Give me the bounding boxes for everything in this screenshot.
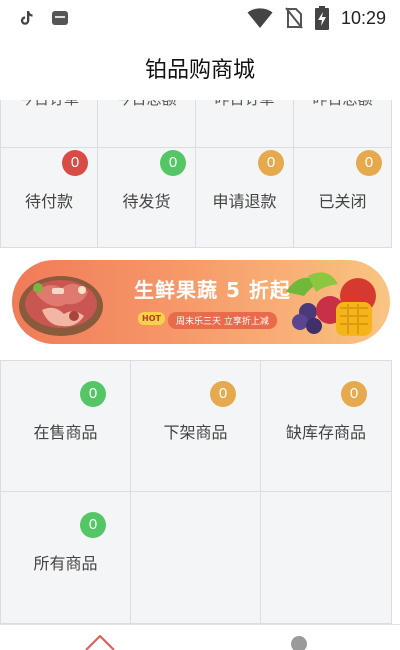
page-title: 铂品购商城 [144,58,255,83]
goods-label: 缺库存商品 [285,423,366,442]
summary-cell-yesterday-orders[interactable]: 昨日订单 [196,100,294,148]
status-label: 申请退款 [212,192,277,211]
summary-label: 昨日订单 [196,100,293,109]
home-icon[interactable] [84,633,116,650]
order-status-refund-request[interactable]: 0 申请退款 [196,148,294,248]
battery-charging-icon [314,6,329,30]
count-badge: 0 [62,150,88,176]
profile-icon[interactable] [291,636,307,650]
count-badge: 0 [258,150,284,176]
goods-on-sale[interactable]: 0 在售商品 [0,360,131,492]
summary-label: 昨日总额 [294,100,391,109]
count-badge: 0 [356,150,382,176]
banner-title: 生鲜果蔬 5 折起 [134,278,291,302]
hot-badge: HOT [138,312,165,325]
goods-all[interactable]: 0 所有商品 [0,492,131,624]
no-sim-icon [285,7,303,29]
count-badge: 0 [80,381,106,407]
status-bar: 10:29 [0,0,400,36]
summary-grid: 今日订单 今日总额 昨日订单 昨日总额 [0,100,392,148]
order-status-pending-payment[interactable]: 0 待付款 [0,148,98,248]
order-status-pending-shipment[interactable]: 0 待发货 [98,148,196,248]
count-badge: 0 [341,381,367,407]
goods-label: 在售商品 [33,423,98,442]
goods-grid: 0 在售商品 0 下架商品 0 缺库存商品 0 所有商品 [0,360,392,624]
summary-label: 今日总额 [98,100,195,109]
goods-out-of-stock[interactable]: 0 缺库存商品 [261,360,392,492]
goods-label: 所有商品 [33,554,98,573]
count-badge: 0 [80,512,106,538]
app-notification-icon [52,11,68,25]
order-status-closed[interactable]: 0 已关闭 [294,148,392,248]
promo-banner[interactable]: 生鲜果蔬 5 折起 HOT 周末乐三天 立享折上减 [12,260,390,344]
count-badge: 0 [160,150,186,176]
count-badge: 0 [210,381,236,407]
clock-time: 10:29 [340,7,386,28]
summary-cell-yesterday-total[interactable]: 昨日总额 [294,100,392,148]
empty-cell [261,492,392,624]
wifi-icon [247,8,273,28]
summary-label: 今日订单 [1,100,97,109]
tiktok-icon [20,11,33,25]
banner-area: 生鲜果蔬 5 折起 HOT 周末乐三天 立享折上减 [0,248,400,360]
promo-text: 周末乐三天 立享折上减 [168,312,277,329]
goods-label: 下架商品 [163,423,228,442]
main-content[interactable]: 今日订单 今日总额 昨日订单 昨日总额 0 待付款 0 待发货 0 申请退款 0… [0,100,400,624]
summary-cell-today-orders[interactable]: 今日订单 [0,100,98,148]
goods-off-shelf[interactable]: 0 下架商品 [131,360,261,492]
summary-cell-today-total[interactable]: 今日总额 [98,100,196,148]
meat-platter-image [19,276,103,336]
fruit-image [286,272,376,336]
empty-cell [131,492,261,624]
order-status-grid: 0 待付款 0 待发货 0 申请退款 0 已关闭 [0,148,392,248]
status-label: 待付款 [24,192,73,211]
title-bar: 铂品购商城 [0,36,400,100]
bottom-nav [0,624,400,650]
status-label: 待发货 [122,192,171,211]
status-label: 已关闭 [318,192,367,211]
